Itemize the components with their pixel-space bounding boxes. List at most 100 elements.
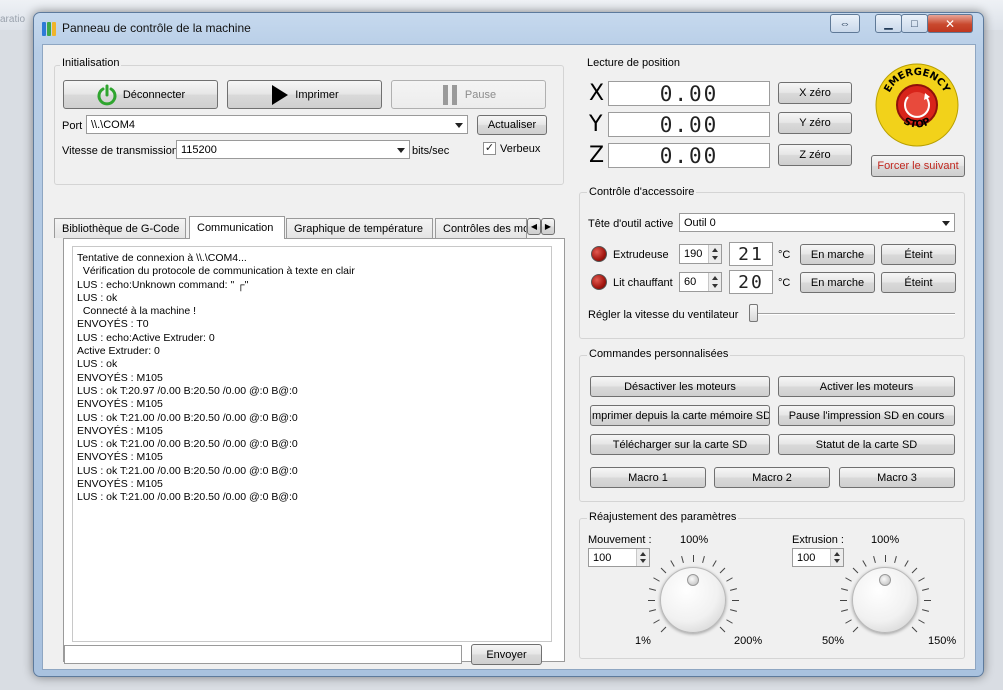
chevron-down-icon: [397, 147, 405, 153]
tab-communication[interactable]: Communication: [189, 216, 285, 239]
minimize-button[interactable]: ▁: [875, 14, 902, 33]
fan-slider-handle[interactable]: [749, 304, 758, 322]
movement-input[interactable]: 100: [588, 548, 650, 567]
bed-target-value: 60: [684, 276, 697, 288]
baud-label: Vitesse de transmission: [62, 145, 178, 157]
chevron-down-icon: [455, 122, 463, 128]
pause-icon: [442, 84, 457, 105]
x-zero-button[interactable]: X zéro: [778, 82, 852, 104]
tab-motor-controls[interactable]: Contrôles des mo: [435, 218, 527, 238]
z-axis-label: Z: [589, 143, 605, 168]
extruder-on-button[interactable]: En marche: [800, 244, 875, 265]
force-next-button[interactable]: Forcer le suivant: [871, 155, 965, 177]
x-position-display: 0.00: [608, 81, 770, 106]
dial-tick: [648, 609, 656, 613]
tab-temperature-graph[interactable]: Graphique de température: [286, 218, 433, 238]
log-line: Vérification du protocole de communicati…: [77, 265, 355, 278]
dial-tick: [648, 587, 656, 591]
disconnect-button[interactable]: Déconnecter: [63, 80, 218, 109]
movement-knob-indicator: [687, 574, 699, 586]
dial-tick: [918, 576, 925, 582]
command-input[interactable]: [64, 645, 462, 664]
custom-commands-title: Commandes personnalisées: [587, 348, 731, 360]
disconnect-label: Déconnecter: [122, 88, 186, 101]
extruder-status-led: [591, 246, 607, 262]
sd-status-button[interactable]: Statut de la carte SD: [778, 434, 955, 455]
extrusion-dial[interactable]: [839, 554, 931, 645]
extrusion-value: 100: [797, 551, 816, 564]
log-line: LUS : ok: [77, 358, 118, 371]
verbose-checkbox[interactable]: ✓: [483, 142, 496, 155]
z-zero-button[interactable]: Z zéro: [778, 144, 852, 166]
macro-3-button[interactable]: Macro 3: [839, 467, 955, 488]
dial-tick: [731, 599, 739, 601]
refresh-button[interactable]: Actualiser: [477, 115, 547, 135]
log-line: LUS : echo:Unknown command: " ┌": [77, 278, 249, 291]
dial-tick: [911, 567, 918, 574]
power-icon: [97, 84, 117, 105]
upload-to-sd-button[interactable]: Télécharger sur la carte SD: [590, 434, 770, 455]
y-zero-button[interactable]: Y zéro: [778, 112, 852, 134]
print-button[interactable]: Imprimer: [227, 80, 382, 109]
title-bar[interactable]: Panneau de contrôle de la machine ⇔ ▁ □ …: [34, 13, 983, 43]
bed-on-button[interactable]: En marche: [800, 272, 875, 293]
tool-value: Outil 0: [684, 216, 716, 229]
extrusion-knob[interactable]: [852, 567, 918, 633]
dial-tick: [711, 560, 717, 567]
log-line: ENVOYÉS : M105: [77, 424, 163, 437]
send-button[interactable]: Envoyer: [471, 644, 542, 665]
print-from-sd-button[interactable]: Imprimer depuis la carte mémoire SD: [590, 405, 770, 426]
dial-tick: [653, 576, 660, 582]
accessory-title: Contrôle d'accessoire: [587, 186, 697, 198]
log-line: Connecté à la machine !: [77, 305, 197, 318]
pause-button[interactable]: Pause: [391, 80, 546, 109]
pause-sd-print-button[interactable]: Pause l'impression SD en cours: [778, 405, 955, 426]
tab-scroll-right-icon[interactable]: ▶: [541, 218, 555, 235]
dial-tick: [726, 576, 733, 582]
extruder-off-button[interactable]: Éteint: [881, 244, 956, 265]
tool-select[interactable]: Outil 0: [679, 213, 955, 232]
dial-tick: [894, 555, 898, 563]
log-line: Active Extruder: 0: [77, 345, 160, 358]
bed-target-input[interactable]: 60: [679, 272, 722, 292]
extruder-spinner[interactable]: [708, 245, 721, 263]
dial-tick: [726, 618, 733, 624]
fan-slider-track[interactable]: [753, 313, 955, 315]
movement-knob[interactable]: [660, 567, 726, 633]
window-title: Panneau de contrôle de la machine: [62, 21, 251, 35]
port-select[interactable]: \\.\COM4: [86, 115, 468, 134]
bed-spinner[interactable]: [708, 273, 721, 291]
extrusion-input[interactable]: 100: [792, 548, 844, 567]
tab-scroll-left-icon[interactable]: ◀: [527, 218, 541, 235]
bed-off-button[interactable]: Éteint: [881, 272, 956, 293]
emergency-stop-button[interactable]: EMERGENCY STOP: [875, 63, 959, 147]
maximize-button[interactable]: □: [901, 14, 928, 33]
log-line: ENVOYÉS : M105: [77, 478, 163, 491]
extruder-target-input[interactable]: 190: [679, 244, 722, 264]
extrusion-center-label: 100%: [871, 534, 900, 546]
tab-gcode-library[interactable]: Bibliothèque de G-Code: [54, 218, 186, 238]
close-button[interactable]: ✕: [927, 14, 973, 33]
extruder-temp-display: 21: [729, 242, 773, 266]
dial-tick: [719, 567, 726, 574]
fan-speed-label: Régler la vitesse du ventilateur: [588, 309, 739, 321]
dial-tick: [839, 599, 847, 601]
extruder-temp-unit: °C: [778, 249, 791, 261]
baud-select[interactable]: 115200: [176, 140, 410, 159]
movement-dial[interactable]: [647, 554, 739, 645]
enable-motors-button[interactable]: Activer les moteurs: [778, 376, 955, 397]
disable-motors-button[interactable]: Désactiver les moteurs: [590, 376, 770, 397]
print-label: Imprimer: [295, 88, 339, 101]
dial-tick: [922, 609, 930, 613]
macro-2-button[interactable]: Macro 2: [714, 467, 830, 488]
communication-log[interactable]: Tentative de connexion à \\.\COM4... Vér…: [72, 246, 552, 642]
port-label: Port: [62, 120, 83, 132]
log-line: LUS : ok T:21.00 /0.00 B:20.50 /0.00 @:0…: [77, 464, 298, 477]
restore-icon[interactable]: ⇔: [830, 14, 860, 33]
movement-value: 100: [593, 551, 612, 564]
log-line: LUS : ok T:21.00 /0.00 B:20.50 /0.00 @:0…: [77, 411, 298, 424]
dial-tick: [861, 560, 867, 567]
macro-1-button[interactable]: Macro 1: [590, 467, 706, 488]
background-text: aratio: [0, 14, 26, 25]
dial-tick: [840, 609, 848, 613]
